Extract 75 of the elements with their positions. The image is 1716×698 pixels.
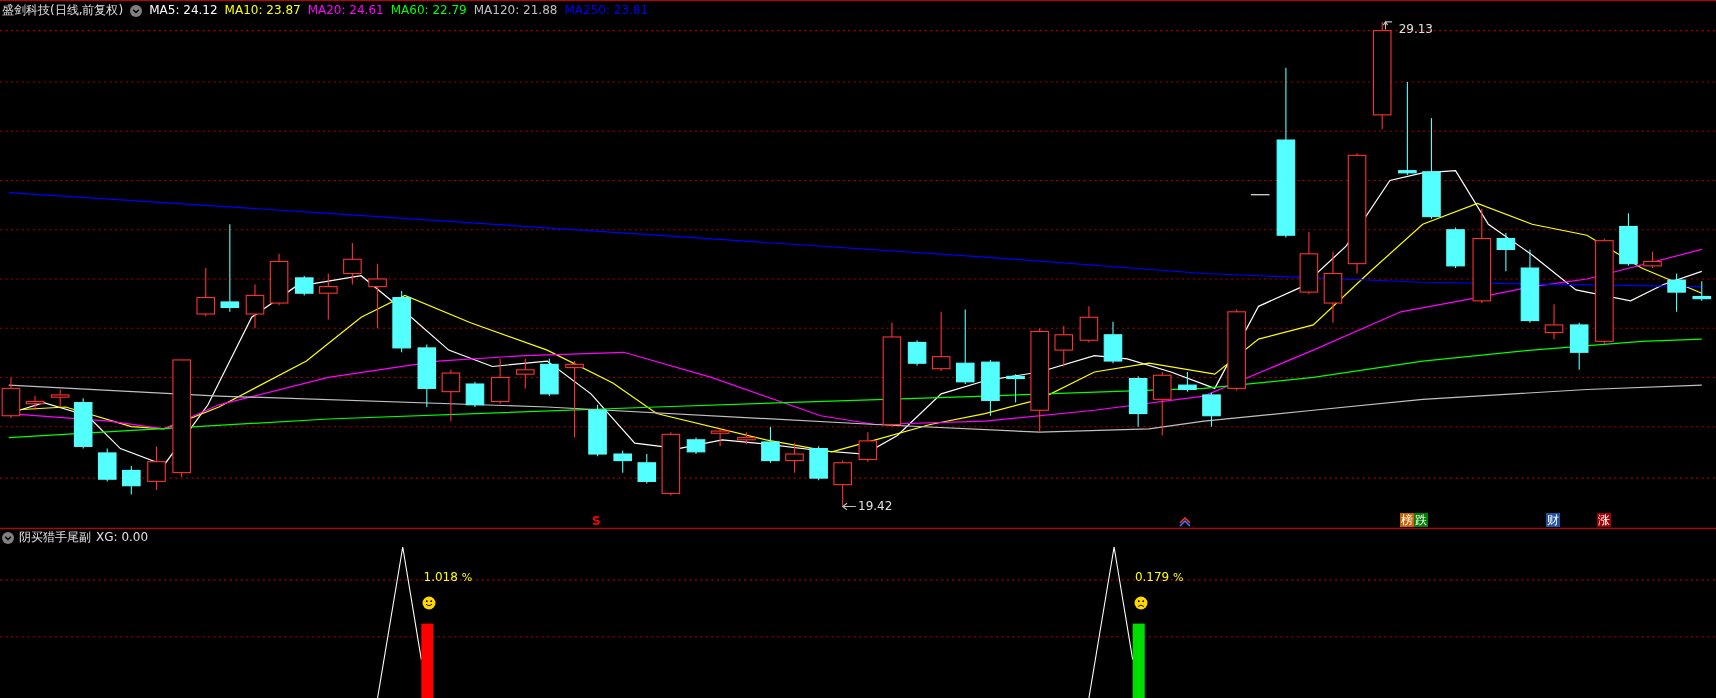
candlestick [785, 442, 804, 474]
candlestick [245, 283, 265, 329]
event-tag: 财 [1546, 513, 1561, 528]
candlestick [490, 358, 510, 405]
candlestick [319, 272, 338, 320]
candlestick [981, 359, 1000, 417]
candlestick [907, 339, 927, 366]
indicator-value: MA250: 23.81 [564, 3, 649, 18]
candlestick [343, 242, 362, 285]
candlestick [1128, 375, 1148, 428]
candlestick [441, 369, 461, 422]
candlestick [465, 381, 485, 408]
candlestick [710, 428, 730, 447]
candlestick [1006, 373, 1025, 404]
indicator-value: MA5: 24.12 [149, 3, 218, 18]
stock-title: 盛剑科技(日线,前复权) [2, 3, 124, 18]
candlestick [1202, 392, 1221, 428]
candlestick [122, 465, 141, 496]
candlestick [1079, 305, 1099, 343]
candlestick [1619, 212, 1638, 267]
candlestick [368, 263, 387, 329]
candlestick [516, 358, 535, 389]
indicator-value: MA60: 22.79 [390, 3, 467, 18]
candlestick [1569, 322, 1589, 371]
candlestick [97, 448, 117, 482]
dropdown-icon[interactable] [130, 4, 143, 17]
candlestick [809, 445, 828, 481]
candlestick [637, 453, 657, 485]
indicator-title: 阴买猎手尾副 [19, 530, 91, 545]
candlestick [1446, 227, 1465, 269]
candlestick [737, 431, 756, 445]
price-label: 29.13 [1398, 21, 1433, 37]
candlestick [1103, 321, 1123, 364]
dropdown-icon[interactable] [2, 531, 14, 544]
event-tag: 涨 [1596, 513, 1611, 528]
candlestick [1250, 194, 1271, 196]
candlestick [540, 358, 559, 397]
candlestick [1692, 280, 1712, 302]
candlestick [417, 344, 437, 408]
candlestick [73, 397, 93, 450]
candlestick [1544, 303, 1564, 340]
candlestick [147, 445, 166, 491]
candlestick [1178, 371, 1197, 393]
candlestick [661, 431, 681, 497]
candlestick [613, 450, 632, 474]
percent-label: 1.018 % [423, 570, 473, 586]
candlestick [1152, 371, 1172, 436]
candlestick [1299, 231, 1319, 295]
candlestick [588, 404, 607, 457]
candlestick [294, 275, 314, 296]
candlestick [761, 426, 780, 464]
indicator-value: MA20: 24.61 [307, 3, 384, 18]
candlestick [1496, 232, 1516, 272]
candlestick [833, 460, 852, 506]
candlestick [858, 431, 878, 463]
candlestick [196, 267, 216, 317]
percent-label: 0.179 % [1134, 570, 1184, 586]
candlestick [1667, 272, 1686, 313]
signal-marker: S [592, 514, 601, 530]
candlestick [1054, 325, 1074, 368]
indicator-value: XG: 0.00 [96, 530, 149, 545]
candlestick [50, 388, 70, 408]
candlestick [686, 437, 706, 455]
event-tag: 榜 [1399, 513, 1414, 528]
leader-line [841, 502, 857, 511]
chevron-up-icon [1178, 516, 1191, 527]
candlestick [392, 290, 411, 353]
candlestick [25, 395, 45, 411]
candlestick [269, 253, 289, 306]
indicator-value: MA120: 21.88 [473, 3, 558, 18]
candlestick [1643, 251, 1662, 269]
indicator-value: MA10: 23.87 [224, 3, 301, 18]
price-label: 19.42 [858, 499, 893, 515]
leader-line [1382, 20, 1393, 31]
candlestick [931, 311, 951, 372]
